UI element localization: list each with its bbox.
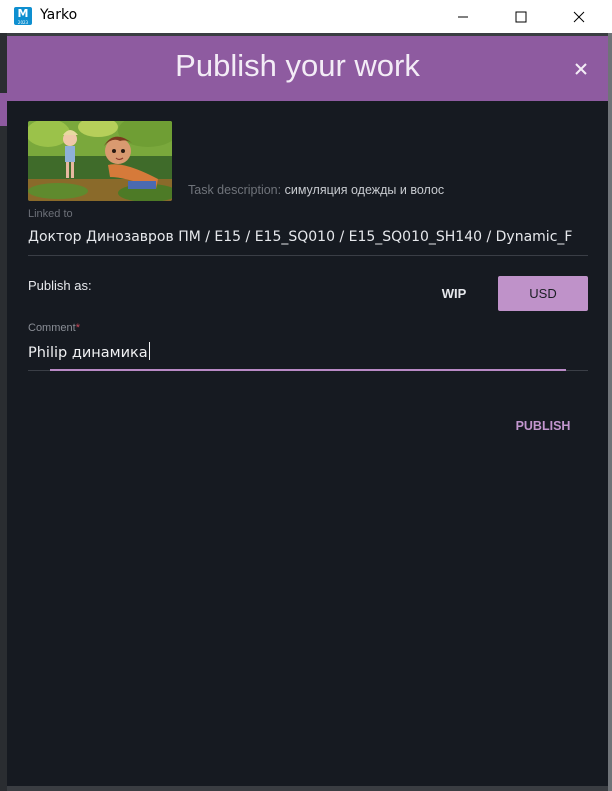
- maximize-icon: [515, 11, 527, 22]
- task-description-value: симуляция одежды и волос: [284, 183, 445, 197]
- linked-to-label: Linked to: [28, 208, 73, 220]
- task-description-label: Task description:: [188, 183, 282, 197]
- dialog-title: Publish your work: [175, 48, 420, 83]
- dialog-header: Publish your work: [7, 36, 608, 101]
- comment-focus-underline: [50, 369, 566, 371]
- comment-label-text: Comment: [28, 322, 76, 334]
- publish-button[interactable]: PUBLISH: [507, 414, 579, 438]
- minimize-icon: [458, 16, 468, 17]
- window-close-button[interactable]: [556, 0, 602, 33]
- linked-to-path: Доктор Динозавров ПМ / E15 / E15_SQ010 /…: [28, 229, 573, 245]
- app-icon-letter: M: [17, 7, 29, 20]
- app-icon-sub: 2023: [17, 20, 29, 25]
- publish-type-usd-button[interactable]: USD: [498, 276, 588, 311]
- linked-divider: [28, 255, 588, 256]
- close-icon: [575, 63, 587, 75]
- text-caret: [148, 342, 150, 360]
- maximize-button[interactable]: [498, 0, 544, 33]
- shot-thumbnail: [28, 121, 172, 201]
- minimize-button[interactable]: [440, 0, 486, 33]
- background-window-edge-right: [608, 33, 612, 791]
- maya-app-icon: M 2023: [14, 7, 32, 25]
- required-mark: *: [75, 322, 80, 334]
- comment-input-value: Philip динамика: [28, 345, 148, 361]
- task-description: Task description: симуляция одежды и вол…: [188, 183, 444, 197]
- window-titlebar: M 2023 Yarko: [0, 0, 612, 33]
- window-title: Yarko: [40, 7, 78, 23]
- background-window-edge: [0, 33, 7, 791]
- close-icon: [573, 11, 585, 22]
- comment-input[interactable]: Philip динамика: [28, 342, 588, 368]
- publish-type-wip-button[interactable]: WIP: [424, 276, 484, 311]
- dialog-close-button[interactable]: [570, 58, 592, 80]
- publish-as-label: Publish as:: [28, 278, 92, 293]
- comment-label: Comment*: [28, 322, 80, 334]
- publish-dialog: Publish your work Task description: симу…: [7, 36, 608, 786]
